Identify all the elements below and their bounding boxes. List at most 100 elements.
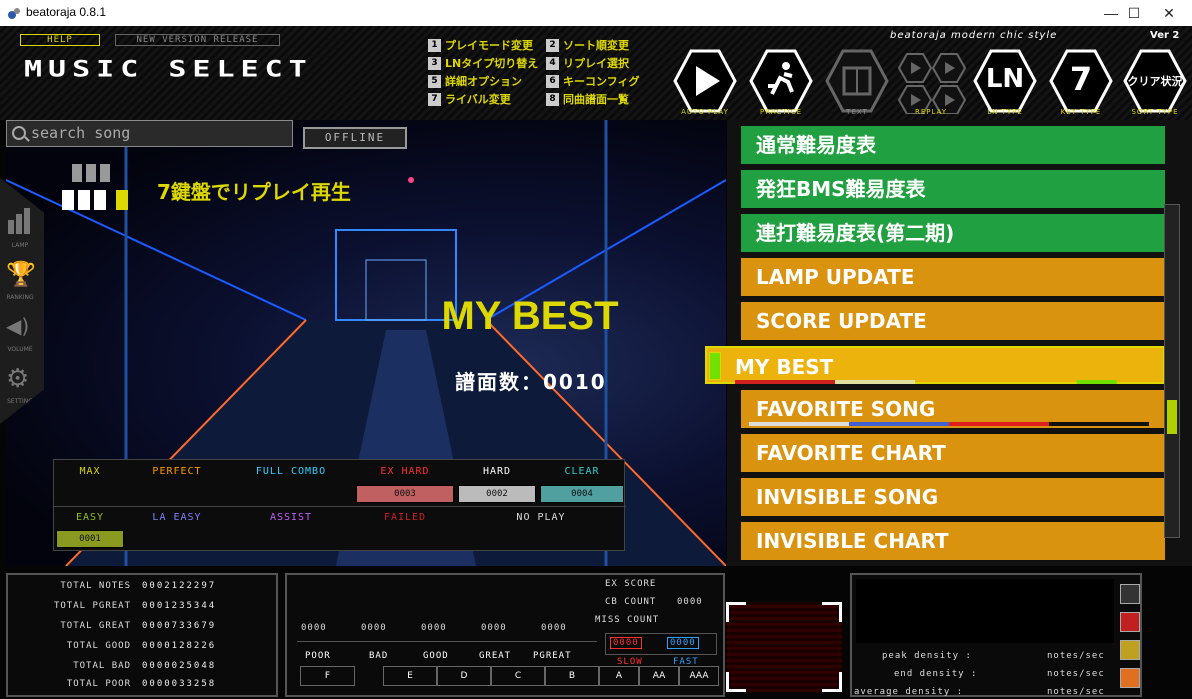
totals-panel: TOTAL NOTES 0002122297 TOTAL PGREAT 000123… <box>6 573 278 697</box>
key-type-button[interactable]: 7 <box>1048 48 1114 114</box>
lamp-easy: EASY <box>75 512 105 523</box>
window-title: beatoraja 0.8.1 <box>26 5 107 19</box>
lamp-ex-hard: EX HARD <box>380 466 430 477</box>
search-input[interactable]: search song <box>6 120 293 147</box>
rank-d: D <box>437 666 491 686</box>
list-item[interactable]: LAMP UPDATE <box>741 258 1165 296</box>
list-item[interactable]: SCORE UPDATE <box>741 302 1165 340</box>
list-item[interactable]: INVISIBLE CHART <box>741 522 1165 560</box>
cb-count-label: CB COUNT <box>605 597 657 607</box>
new-version-banner[interactable]: NEW VERSION RELEASE <box>115 34 280 46</box>
sort-type-button[interactable]: クリア状況 <box>1122 48 1188 114</box>
density-graph <box>856 579 1114 643</box>
list-item[interactable]: 発狂BMS難易度表 <box>741 170 1165 208</box>
judge-label: BAD <box>369 651 389 661</box>
ranking-icon[interactable]: 🏆 RANKING <box>0 260 44 310</box>
total-row: TOTAL BAD 0000025048 <box>73 661 217 671</box>
ex-score-label: EX SCORE <box>605 579 657 589</box>
lamp-hard: HARD <box>482 466 512 477</box>
total-row: TOTAL POOR 0000033258 <box>66 679 217 689</box>
chart-count: 譜面数：0010 <box>455 370 607 394</box>
sort-type-label: SORT TYPE <box>1131 108 1179 116</box>
key-help-item: 2 ソート順変更 <box>546 36 676 54</box>
key-help-item: 1 プレイモード変更 <box>428 36 558 54</box>
volume-icon[interactable]: ◀) VOLUME <box>0 312 44 362</box>
total-row: TOTAL NOTES 0002122297 <box>60 581 217 591</box>
replay-button[interactable] <box>897 48 967 114</box>
close-button[interactable]: ✕ <box>1146 0 1192 26</box>
practice-label: PRACTICE <box>759 108 802 116</box>
song-list-scrollbar[interactable] <box>1164 204 1180 538</box>
judge-label: POOR <box>305 651 331 661</box>
judge-value: 0000 <box>421 623 447 633</box>
average-density-unit: notes/sec <box>1047 687 1105 697</box>
lamp-hard-count: 0002 <box>458 485 536 503</box>
lamp-max: MAX <box>79 466 101 477</box>
version-label: Ver 2 <box>1150 30 1180 41</box>
total-row: TOTAL GOOD 0000128226 <box>66 641 217 651</box>
judge-label: PGREAT <box>533 651 572 661</box>
rank-aa: AA <box>639 666 679 686</box>
graph-area <box>726 602 842 692</box>
auto-play-label: AUTO PLAY <box>681 108 729 116</box>
ln-type-glyph: LN <box>985 64 1025 94</box>
rank-c: C <box>491 666 545 686</box>
key-help-left: 1 プレイモード変更 3 LNタイプ切り替え 5 詳細オプション 7 ライバル変更 <box>428 36 558 108</box>
list-item[interactable]: 連打難易度表(第二期) <box>741 214 1165 252</box>
key-help-right: 2 ソート順変更 4 リプレイ選択 6 キーコンフィグ 8 同曲譜面一覧 <box>546 36 676 108</box>
list-item[interactable]: INVISIBLE SONG <box>741 478 1165 516</box>
side-menu: LAMP 🏆 RANKING ◀) VOLUME ⚙ SETTING <box>0 178 44 424</box>
text-label: TEXT <box>846 108 868 116</box>
help-button[interactable]: HELP <box>20 34 100 46</box>
judge-label: GREAT <box>479 651 512 661</box>
lamp-clear-count: 0004 <box>540 485 624 503</box>
key-type-label: KEY TYPE <box>1060 108 1102 116</box>
total-row: TOTAL PGREAT 0001235344 <box>53 601 217 611</box>
lamp-failed: FAILED <box>383 512 427 523</box>
fast-count: 0000 <box>667 637 699 649</box>
rank-e: E <box>383 666 437 686</box>
list-item-selected[interactable]: MY BEST <box>705 346 1165 384</box>
lamp-no-play: NO PLAY <box>516 512 566 523</box>
rank-f: F <box>300 666 355 686</box>
lamp-icon[interactable]: LAMP <box>0 208 44 258</box>
lamp-table: MAX PERFECT FULL COMBO EX HARD HARD CLEA… <box>53 459 626 551</box>
practice-button[interactable] <box>748 48 814 114</box>
title-bar: beatoraja 0.8.1 — ☐ ✕ <box>0 0 1192 26</box>
key-help-item: 5 詳細オプション <box>428 72 558 90</box>
judge-value: 0000 <box>541 623 567 633</box>
sort-type-glyph: クリア状況 <box>1127 75 1183 88</box>
app-icon <box>8 8 20 19</box>
key-help-item: 4 リプレイ選択 <box>546 54 676 72</box>
lamp-full-combo: FULL COMBO <box>255 466 327 477</box>
text-button[interactable] <box>824 48 890 114</box>
judge-label: GOOD <box>423 651 449 661</box>
rank-aaa: AAA <box>679 666 719 686</box>
lamp-clear: CLEAR <box>564 466 600 477</box>
list-item[interactable]: FAVORITE CHART <box>741 434 1165 472</box>
miss-count-label: MISS COUNT <box>595 615 660 625</box>
rank-a: A <box>599 666 639 686</box>
end-density-unit: notes/sec <box>1047 669 1105 679</box>
game-window: beatoraja 0.8.1 — ☐ ✕ HELP NEW VERSION R… <box>0 0 1192 699</box>
ln-type-button[interactable]: LN <box>972 48 1038 114</box>
lamp-assist: ASSIST <box>269 512 313 523</box>
cb-count-value: 0000 <box>677 597 703 607</box>
peak-density-label: peak density : <box>882 651 972 661</box>
ln-type-label: LN TYPE <box>987 108 1023 116</box>
key-help-item: 7 ライバル変更 <box>428 90 558 108</box>
list-item[interactable]: FAVORITE SONG <box>741 390 1165 428</box>
folder-title: MY BEST <box>441 294 619 338</box>
end-density-label: end density : <box>894 669 978 679</box>
lamp-easy-count: 0001 <box>56 530 124 548</box>
auto-play-button[interactable] <box>672 48 738 114</box>
list-item[interactable]: 通常難易度表 <box>741 126 1165 164</box>
scrollbar-thumb[interactable] <box>1167 400 1177 434</box>
replay-label: REPLAY <box>914 108 948 116</box>
note-type-icons <box>1120 580 1142 692</box>
screen-title: MUSIC SELECT <box>24 56 313 83</box>
song-list: 通常難易度表 発狂BMS難易度表 連打難易度表(第二期) LAMP UPDATE… <box>705 120 1192 566</box>
average-density-label: average density : <box>854 687 964 697</box>
judge-value: 0000 <box>481 623 507 633</box>
slow-count: 0000 <box>610 637 642 649</box>
